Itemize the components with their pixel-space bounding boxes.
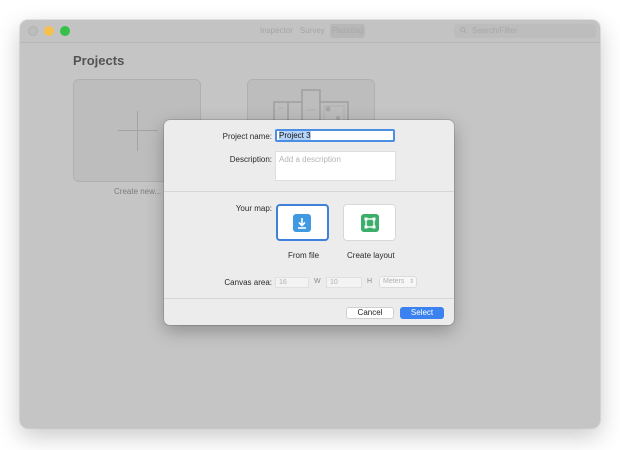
height-axis-label: H	[367, 278, 372, 285]
create-layout-caption: Create layout	[347, 251, 395, 260]
canvas-width-value: 16	[279, 279, 287, 286]
section-divider	[164, 191, 454, 192]
new-project-dialog: Project name: Project 3 Description: Add…	[164, 120, 454, 325]
chevron-updown-icon: ⇕	[409, 277, 414, 287]
segment-survey[interactable]: Survey	[298, 24, 327, 38]
from-file-caption: From file	[288, 251, 319, 260]
width-axis-label: W	[314, 278, 321, 285]
canvas-area-label: Canvas area:	[164, 278, 272, 287]
download-icon	[293, 214, 311, 232]
canvas-width-input[interactable]: 16	[275, 277, 309, 288]
your-map-label: Your map:	[164, 204, 272, 213]
plus-icon	[118, 130, 158, 131]
search-field[interactable]: Search/Filter	[454, 24, 596, 38]
zoom-window-button[interactable]	[60, 26, 70, 36]
description-label: Description:	[164, 155, 272, 164]
canvas-height-value: 10	[330, 279, 338, 286]
description-placeholder: Add a description	[279, 155, 341, 164]
from-file-option[interactable]	[276, 204, 329, 241]
mode-segmented-control: Inspector Survey Planning	[258, 24, 365, 38]
close-window-button[interactable]	[28, 26, 38, 36]
select-button[interactable]: Select	[400, 307, 444, 319]
project-name-label: Project name:	[164, 132, 272, 141]
segment-planning[interactable]: Planning	[330, 24, 365, 38]
project-name-input[interactable]: Project 3	[275, 129, 395, 142]
project-name-value: Project 3	[279, 131, 311, 140]
search-icon	[460, 24, 467, 38]
page-title: Projects	[73, 53, 124, 68]
create-layout-option[interactable]	[343, 204, 396, 241]
canvas-height-input[interactable]: 10	[326, 277, 362, 288]
layout-frame-icon	[361, 214, 379, 232]
footer-divider	[164, 298, 454, 299]
create-new-label: Create new...	[114, 187, 161, 196]
unit-value: Meters	[383, 278, 404, 285]
search-placeholder: Search/Filter	[472, 24, 517, 38]
plus-icon-vertical	[137, 111, 138, 151]
cancel-button[interactable]: Cancel	[346, 307, 394, 319]
segment-inspector[interactable]: Inspector	[258, 24, 295, 38]
description-input[interactable]: Add a description	[275, 151, 396, 181]
title-bar: Inspector Survey Planning Search/Filter	[20, 20, 600, 43]
unit-select[interactable]: Meters ⇕	[379, 276, 417, 288]
minimize-window-button[interactable]	[44, 26, 54, 36]
